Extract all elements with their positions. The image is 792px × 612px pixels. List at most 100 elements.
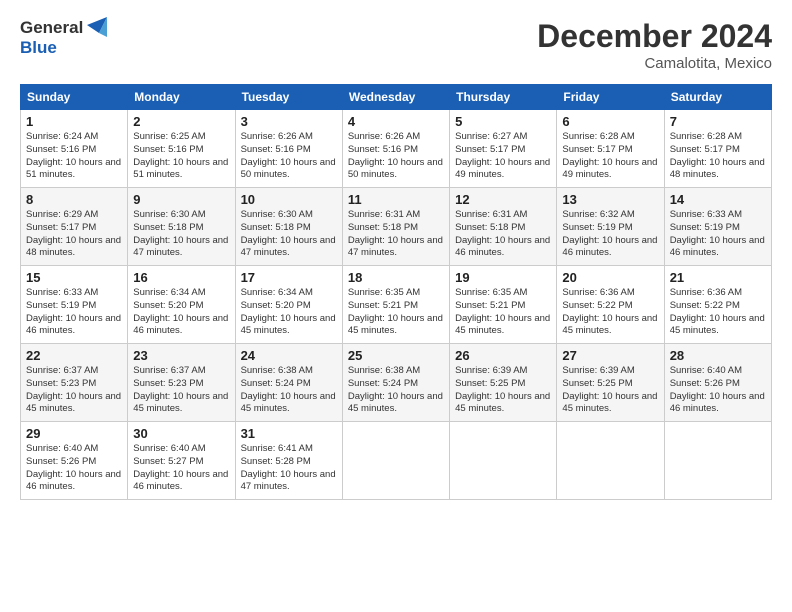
col-tuesday: Tuesday — [235, 85, 342, 110]
calendar-week-row: 22 Sunrise: 6:37 AMSunset: 5:23 PMDaylig… — [21, 344, 772, 422]
day-number: 19 — [455, 270, 551, 285]
day-number: 20 — [562, 270, 658, 285]
day-info: Sunrise: 6:37 AMSunset: 5:23 PMDaylight:… — [133, 365, 229, 416]
table-row: 11 Sunrise: 6:31 AMSunset: 5:18 PMDaylig… — [342, 188, 449, 266]
day-number: 28 — [670, 348, 766, 363]
day-number: 6 — [562, 114, 658, 129]
day-number: 7 — [670, 114, 766, 129]
day-info: Sunrise: 6:35 AMSunset: 5:21 PMDaylight:… — [348, 287, 444, 338]
calendar-table: Sunday Monday Tuesday Wednesday Thursday… — [20, 84, 772, 500]
table-row: 3 Sunrise: 6:26 AMSunset: 5:16 PMDayligh… — [235, 110, 342, 188]
day-number: 18 — [348, 270, 444, 285]
day-number: 8 — [26, 192, 122, 207]
table-row: 16 Sunrise: 6:34 AMSunset: 5:20 PMDaylig… — [128, 266, 235, 344]
day-info: Sunrise: 6:34 AMSunset: 5:20 PMDaylight:… — [133, 287, 229, 338]
day-number: 10 — [241, 192, 337, 207]
calendar-week-row: 15 Sunrise: 6:33 AMSunset: 5:19 PMDaylig… — [21, 266, 772, 344]
day-info: Sunrise: 6:33 AMSunset: 5:19 PMDaylight:… — [26, 287, 122, 338]
day-number: 11 — [348, 192, 444, 207]
table-row: 1 Sunrise: 6:24 AMSunset: 5:16 PMDayligh… — [21, 110, 128, 188]
day-info: Sunrise: 6:39 AMSunset: 5:25 PMDaylight:… — [562, 365, 658, 416]
day-number: 13 — [562, 192, 658, 207]
day-number: 30 — [133, 426, 229, 441]
table-row: 25 Sunrise: 6:38 AMSunset: 5:24 PMDaylig… — [342, 344, 449, 422]
table-row: 6 Sunrise: 6:28 AMSunset: 5:17 PMDayligh… — [557, 110, 664, 188]
logo-bird-icon — [85, 15, 107, 53]
table-row: 22 Sunrise: 6:37 AMSunset: 5:23 PMDaylig… — [21, 344, 128, 422]
table-row: 28 Sunrise: 6:40 AMSunset: 5:26 PMDaylig… — [664, 344, 771, 422]
day-info: Sunrise: 6:26 AMSunset: 5:16 PMDaylight:… — [241, 131, 337, 182]
table-row: 23 Sunrise: 6:37 AMSunset: 5:23 PMDaylig… — [128, 344, 235, 422]
day-info: Sunrise: 6:33 AMSunset: 5:19 PMDaylight:… — [670, 209, 766, 260]
table-row: 19 Sunrise: 6:35 AMSunset: 5:21 PMDaylig… — [450, 266, 557, 344]
table-row: 26 Sunrise: 6:39 AMSunset: 5:25 PMDaylig… — [450, 344, 557, 422]
title-block: December 2024 Camalotita, Mexico — [537, 18, 772, 72]
col-sunday: Sunday — [21, 85, 128, 110]
day-info: Sunrise: 6:41 AMSunset: 5:28 PMDaylight:… — [241, 443, 337, 494]
table-row: 7 Sunrise: 6:28 AMSunset: 5:17 PMDayligh… — [664, 110, 771, 188]
table-row: 5 Sunrise: 6:27 AMSunset: 5:17 PMDayligh… — [450, 110, 557, 188]
day-number: 3 — [241, 114, 337, 129]
day-info: Sunrise: 6:38 AMSunset: 5:24 PMDaylight:… — [241, 365, 337, 416]
calendar-subtitle: Camalotita, Mexico — [537, 55, 772, 72]
col-saturday: Saturday — [664, 85, 771, 110]
day-info: Sunrise: 6:39 AMSunset: 5:25 PMDaylight:… — [455, 365, 551, 416]
day-number: 12 — [455, 192, 551, 207]
day-info: Sunrise: 6:35 AMSunset: 5:21 PMDaylight:… — [455, 287, 551, 338]
page: General Blue December 2024 Camalotita, M… — [0, 0, 792, 612]
col-wednesday: Wednesday — [342, 85, 449, 110]
day-number: 21 — [670, 270, 766, 285]
day-number: 5 — [455, 114, 551, 129]
day-info: Sunrise: 6:31 AMSunset: 5:18 PMDaylight:… — [455, 209, 551, 260]
table-row: 29 Sunrise: 6:40 AMSunset: 5:26 PMDaylig… — [21, 422, 128, 500]
table-row: 17 Sunrise: 6:34 AMSunset: 5:20 PMDaylig… — [235, 266, 342, 344]
day-number: 25 — [348, 348, 444, 363]
table-row: 12 Sunrise: 6:31 AMSunset: 5:18 PMDaylig… — [450, 188, 557, 266]
day-number: 9 — [133, 192, 229, 207]
day-number: 29 — [26, 426, 122, 441]
table-row: 21 Sunrise: 6:36 AMSunset: 5:22 PMDaylig… — [664, 266, 771, 344]
day-info: Sunrise: 6:24 AMSunset: 5:16 PMDaylight:… — [26, 131, 122, 182]
table-row: 18 Sunrise: 6:35 AMSunset: 5:21 PMDaylig… — [342, 266, 449, 344]
day-info: Sunrise: 6:30 AMSunset: 5:18 PMDaylight:… — [241, 209, 337, 260]
calendar-title: December 2024 — [537, 18, 772, 55]
day-info: Sunrise: 6:31 AMSunset: 5:18 PMDaylight:… — [348, 209, 444, 260]
table-row: 24 Sunrise: 6:38 AMSunset: 5:24 PMDaylig… — [235, 344, 342, 422]
table-row — [342, 422, 449, 500]
day-number: 15 — [26, 270, 122, 285]
logo: General Blue — [20, 18, 107, 57]
day-info: Sunrise: 6:29 AMSunset: 5:17 PMDaylight:… — [26, 209, 122, 260]
table-row — [664, 422, 771, 500]
table-row: 4 Sunrise: 6:26 AMSunset: 5:16 PMDayligh… — [342, 110, 449, 188]
day-number: 4 — [348, 114, 444, 129]
day-number: 2 — [133, 114, 229, 129]
table-row: 14 Sunrise: 6:33 AMSunset: 5:19 PMDaylig… — [664, 188, 771, 266]
day-info: Sunrise: 6:32 AMSunset: 5:19 PMDaylight:… — [562, 209, 658, 260]
table-row — [450, 422, 557, 500]
table-row — [557, 422, 664, 500]
day-number: 27 — [562, 348, 658, 363]
day-info: Sunrise: 6:28 AMSunset: 5:17 PMDaylight:… — [670, 131, 766, 182]
day-info: Sunrise: 6:36 AMSunset: 5:22 PMDaylight:… — [562, 287, 658, 338]
table-row: 8 Sunrise: 6:29 AMSunset: 5:17 PMDayligh… — [21, 188, 128, 266]
day-number: 22 — [26, 348, 122, 363]
table-row: 13 Sunrise: 6:32 AMSunset: 5:19 PMDaylig… — [557, 188, 664, 266]
day-number: 31 — [241, 426, 337, 441]
day-number: 1 — [26, 114, 122, 129]
col-friday: Friday — [557, 85, 664, 110]
header: General Blue December 2024 Camalotita, M… — [20, 18, 772, 72]
calendar-week-row: 1 Sunrise: 6:24 AMSunset: 5:16 PMDayligh… — [21, 110, 772, 188]
table-row: 27 Sunrise: 6:39 AMSunset: 5:25 PMDaylig… — [557, 344, 664, 422]
col-thursday: Thursday — [450, 85, 557, 110]
day-info: Sunrise: 6:40 AMSunset: 5:26 PMDaylight:… — [670, 365, 766, 416]
calendar-week-row: 29 Sunrise: 6:40 AMSunset: 5:26 PMDaylig… — [21, 422, 772, 500]
day-info: Sunrise: 6:30 AMSunset: 5:18 PMDaylight:… — [133, 209, 229, 260]
table-row: 20 Sunrise: 6:36 AMSunset: 5:22 PMDaylig… — [557, 266, 664, 344]
day-number: 23 — [133, 348, 229, 363]
day-info: Sunrise: 6:26 AMSunset: 5:16 PMDaylight:… — [348, 131, 444, 182]
day-info: Sunrise: 6:25 AMSunset: 5:16 PMDaylight:… — [133, 131, 229, 182]
table-row: 31 Sunrise: 6:41 AMSunset: 5:28 PMDaylig… — [235, 422, 342, 500]
day-info: Sunrise: 6:36 AMSunset: 5:22 PMDaylight:… — [670, 287, 766, 338]
table-row: 2 Sunrise: 6:25 AMSunset: 5:16 PMDayligh… — [128, 110, 235, 188]
day-info: Sunrise: 6:40 AMSunset: 5:26 PMDaylight:… — [26, 443, 122, 494]
